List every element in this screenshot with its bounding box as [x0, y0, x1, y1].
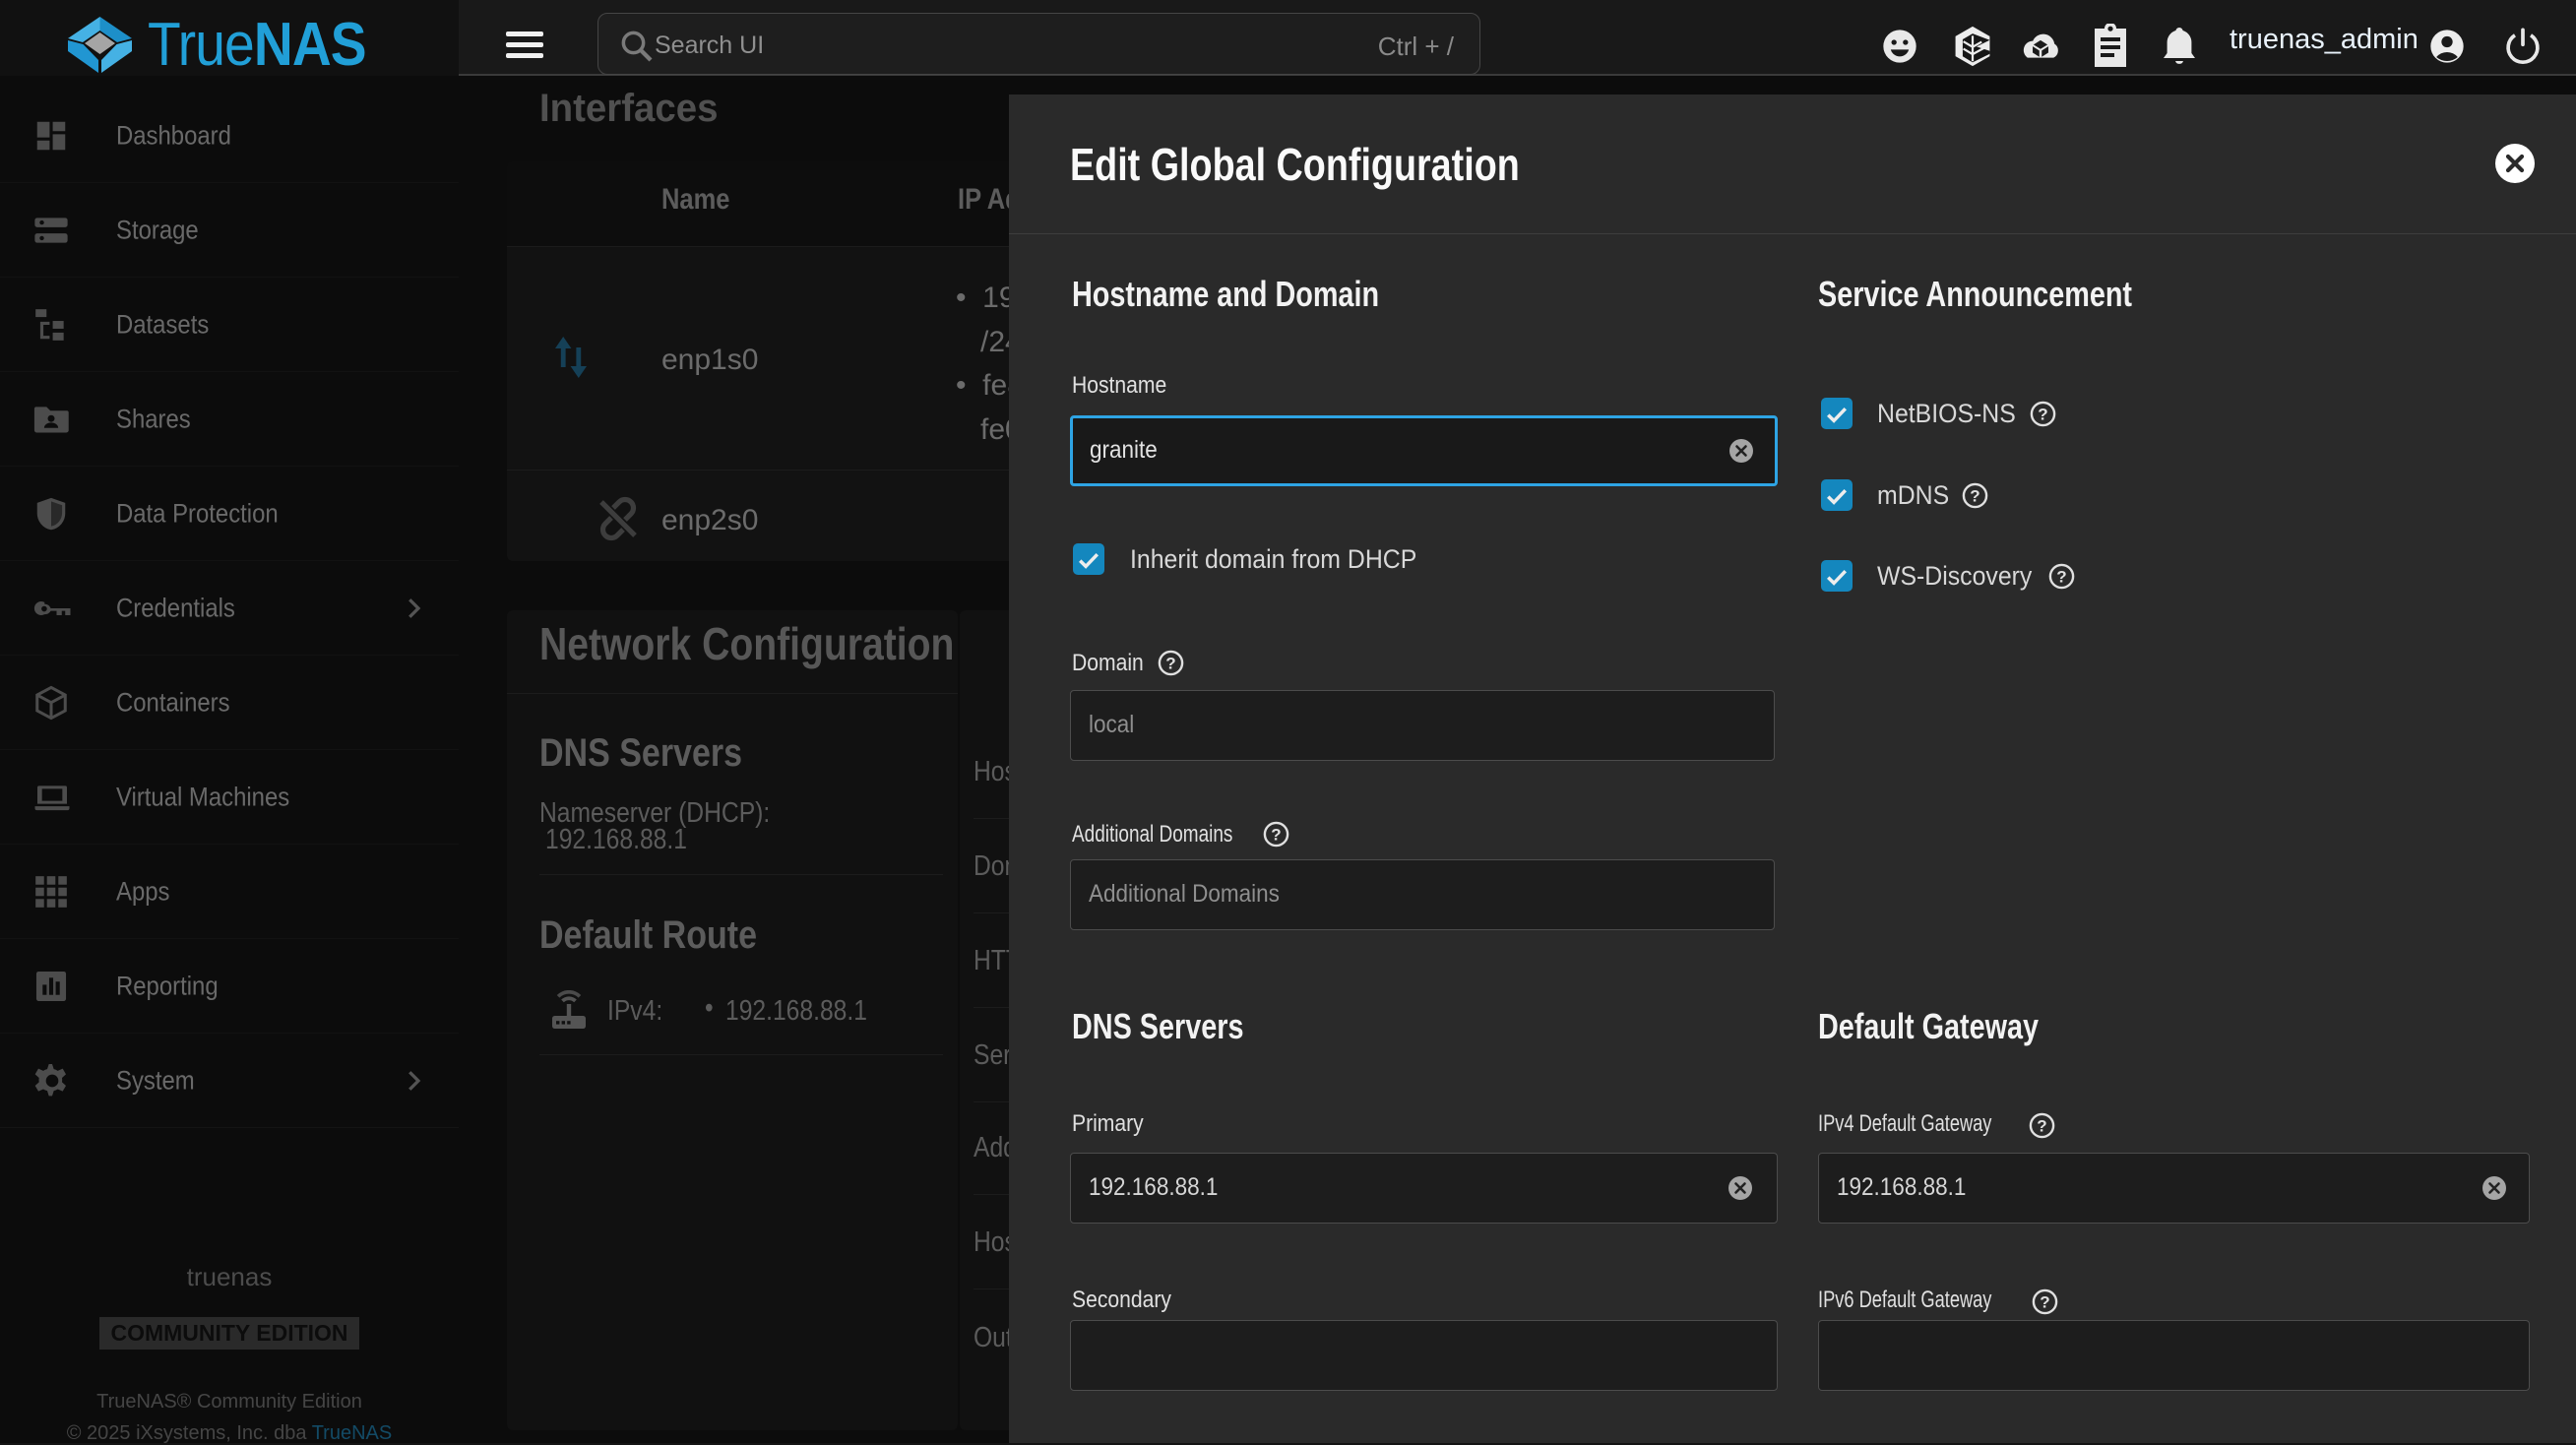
svg-text:?: ?: [2038, 406, 2047, 424]
svg-text:?: ?: [2037, 1117, 2046, 1136]
svg-text:?: ?: [2056, 568, 2066, 587]
svg-text:?: ?: [1271, 826, 1281, 845]
svg-text:?: ?: [2040, 1293, 2049, 1312]
svg-text:?: ?: [1970, 487, 1979, 506]
svg-text:?: ?: [1165, 655, 1175, 673]
